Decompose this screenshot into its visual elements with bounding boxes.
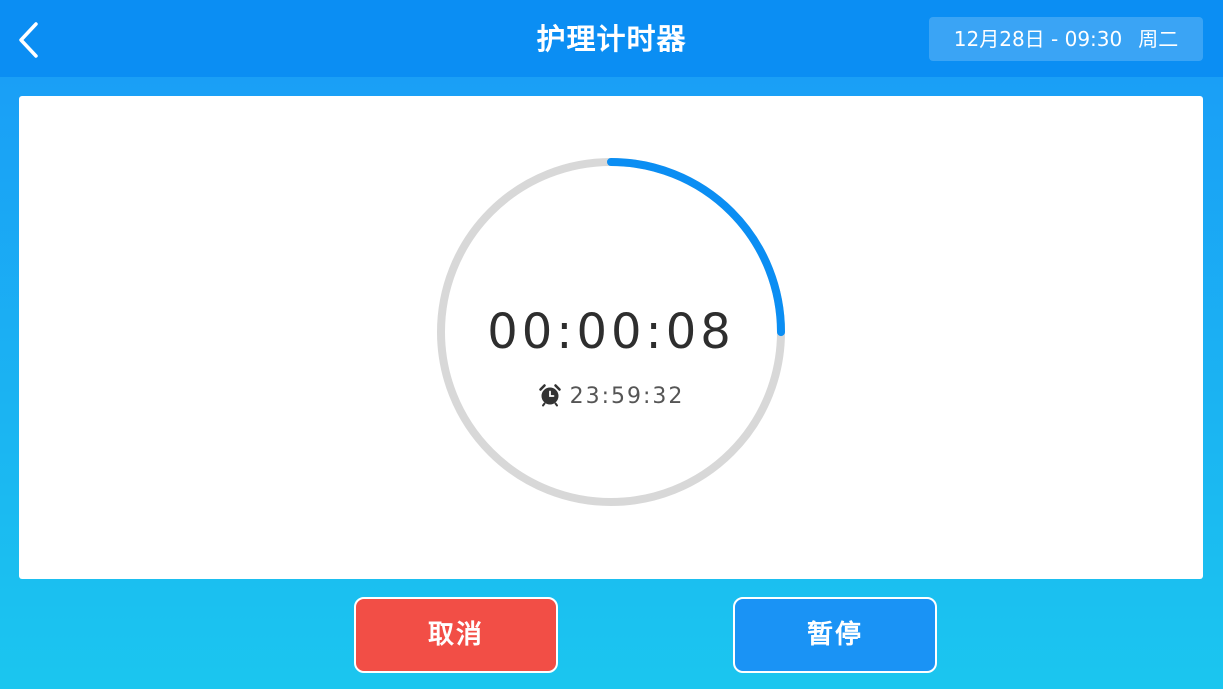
timer-card: 00:00:08 23:59:32 — [19, 96, 1203, 579]
pause-button[interactable]: 暂停 — [733, 597, 937, 673]
date-text: 12月28日 - 09:30 — [953, 27, 1123, 51]
timer-screen: 护理计时器 12月28日 - 09:30 周二 00:00:08 23:59:32… — [0, 0, 1223, 689]
remaining-time-row: 23:59:32 — [411, 382, 811, 412]
alarm-clock-icon — [538, 384, 561, 407]
weekday-text: 周二 — [1138, 27, 1179, 51]
datetime-badge: 12月28日 - 09:30 周二 — [929, 17, 1203, 61]
elapsed-time: 00:00:08 — [487, 304, 735, 360]
cancel-button[interactable]: 取消 — [354, 597, 558, 673]
remaining-time: 23:59:32 — [569, 384, 685, 409]
top-bar: 护理计时器 12月28日 - 09:30 周二 — [0, 0, 1223, 77]
